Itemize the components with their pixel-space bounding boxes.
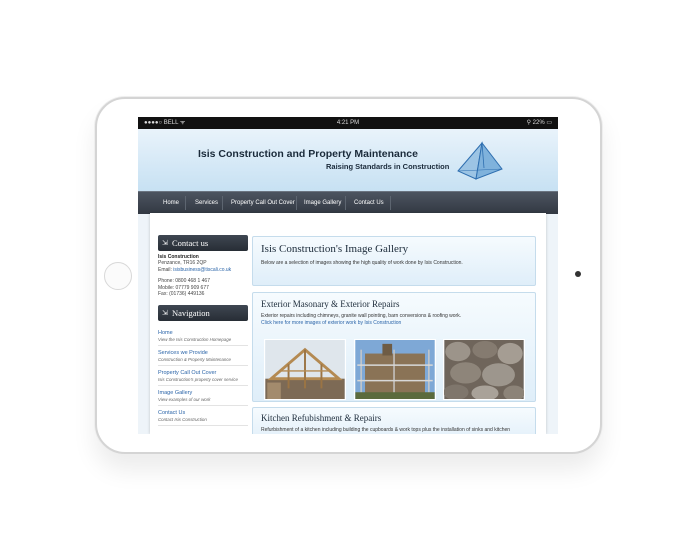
section-description: Refurbishment of a kitchen including bui… (261, 427, 511, 433)
company-name: Isis Construction (158, 254, 199, 260)
sidebar-nav: Home View the Isis Construction Homepage… (158, 326, 248, 427)
nav-image-gallery[interactable]: Image Gallery (304, 192, 341, 214)
camera-icon (575, 271, 581, 277)
sidebar-item-services[interactable]: Services we Provide Construction & Prope… (158, 346, 248, 367)
sidebar-item-image-gallery[interactable]: Image Gallery View examples of our work (158, 386, 248, 407)
expand-icon: ⇲ (162, 309, 168, 318)
nav-contact-us[interactable]: Contact Us (354, 192, 384, 214)
gallery-intro-panel: Isis Construction's Image Gallery Below … (252, 236, 536, 286)
contact-details: Isis Construction Penzance, TR16 2QP Ema… (158, 254, 248, 297)
battery-indicator: ⚲ 22% ▭ (526, 120, 552, 126)
clock: 4:21 PM (336, 120, 360, 126)
stone-wall-photo[interactable] (443, 339, 525, 400)
nav-divider (185, 196, 186, 210)
exterior-section: Exterior Masonary & Exterior Repairs Ext… (252, 292, 536, 402)
email-label: Email: (158, 266, 172, 273)
nav-divider (296, 196, 297, 210)
website: Isis Construction and Property Maintenan… (138, 129, 558, 434)
scaffolding-photo[interactable] (354, 339, 436, 400)
nav-property-call-out[interactable]: Property Call Out Cover (231, 192, 295, 214)
pyramid-logo-icon (457, 141, 503, 180)
fax-number: Fax: (01736) 449136 (158, 291, 205, 298)
navigation-heading: ⇲ Navigation (158, 305, 248, 322)
gallery-intro-text: Below are a selection of images showing … (261, 260, 463, 266)
main-content: Isis Construction's Image Gallery Below … (252, 236, 536, 434)
nav-divider (222, 196, 223, 210)
section-title: Kitchen Refubishment & Repairs (261, 413, 382, 423)
email-link[interactable]: isisbusiness@tiscali.co.uk (173, 267, 231, 273)
contact-heading: ⇲ Contact us (158, 235, 248, 251)
mobile-number: Mobile: 07779 909 677 (158, 284, 209, 291)
expand-icon: ⇲ (162, 239, 168, 247)
phone-number: Phone: 0800 468 1 467 (158, 278, 210, 285)
nav-divider (390, 196, 391, 210)
sidebar: ⇲ Contact us Isis Construction Penzance,… (158, 235, 248, 427)
roof-construction-photo[interactable] (264, 339, 346, 400)
status-bar: ●●●●○ BELL ᯤ 4:21 PM ⚲ 22% ▭ (138, 117, 558, 129)
address: Penzance, TR16 2QP (158, 260, 207, 267)
nav-services[interactable]: Services (195, 192, 218, 214)
ipad-screen: ●●●●○ BELL ᯤ 4:21 PM ⚲ 22% ▭ Isis Constr… (138, 117, 558, 434)
sidebar-item-call-out-cover[interactable]: Property Call Out Cover Isis Constructio… (158, 366, 248, 387)
sidebar-item-contact[interactable]: Contact Us Contact Isis Construction (158, 406, 248, 427)
nav-divider (345, 196, 346, 210)
page-title: Isis Construction's Image Gallery (261, 243, 409, 255)
main-nav: Home Services Property Call Out Cover Im… (138, 191, 558, 214)
kitchen-section: Kitchen Refubishment & Repairs Refurbish… (252, 407, 536, 434)
section-title: Exterior Masonary & Exterior Repairs (261, 299, 400, 309)
site-tagline: Raising Standards in Construction (326, 162, 450, 171)
nav-home[interactable]: Home (163, 192, 179, 214)
site-header: Isis Construction and Property Maintenan… (138, 129, 558, 191)
sidebar-item-home[interactable]: Home View the Isis Construction Homepage (158, 326, 248, 347)
more-images-link[interactable]: Click here for more images of exterior w… (261, 320, 401, 326)
section-description: Exterior repairs including chimneys, gra… (261, 313, 462, 319)
home-button[interactable] (104, 262, 132, 290)
site-title: Isis Construction and Property Maintenan… (198, 148, 418, 160)
